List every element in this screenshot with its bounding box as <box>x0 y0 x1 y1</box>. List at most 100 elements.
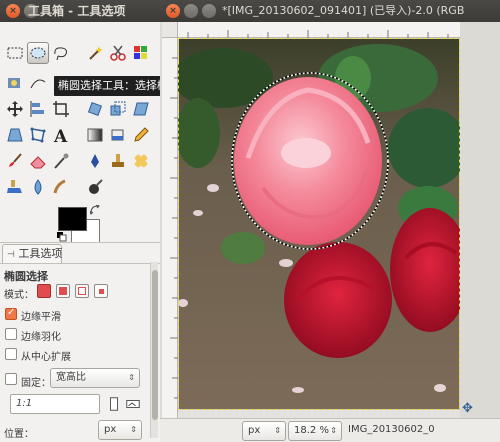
divider <box>0 242 160 243</box>
ratio-entry[interactable]: 1:1 <box>10 394 100 414</box>
airbrush-icon <box>54 153 69 169</box>
mode-replace-button[interactable] <box>37 284 51 298</box>
scale-icon <box>110 101 126 116</box>
perspective-clone-tool[interactable] <box>4 176 26 198</box>
tooltip-text: 椭圆选择工具：选择椭圆区域 <box>58 79 160 92</box>
foreground-select-tool[interactable] <box>4 72 26 94</box>
portrait-button[interactable] <box>106 394 122 414</box>
smudge-tool[interactable] <box>50 176 72 198</box>
expand-center-checkbox[interactable] <box>5 348 17 360</box>
crop-tool[interactable] <box>50 98 72 120</box>
tool-options-scrollbar[interactable] <box>150 262 158 438</box>
airbrush-tool[interactable] <box>50 150 72 172</box>
landscape-button[interactable] <box>125 394 141 414</box>
tool-options-title: 椭圆选择 <box>4 270 48 283</box>
minimize-icon[interactable] <box>184 4 198 18</box>
feather-label: 边缘羽化 <box>21 332 61 343</box>
move-tool[interactable] <box>4 98 26 120</box>
updown-icon: ⇕ <box>330 426 337 435</box>
paintbrush-icon <box>9 153 22 167</box>
perspective-icon <box>7 128 23 142</box>
paths-tool[interactable] <box>27 72 49 94</box>
tab-tool-options-label: 工具选项 <box>18 247 63 260</box>
feather-checkbox[interactable] <box>5 328 17 340</box>
status-bar: px ⇕ 18.2 % ⇕ IMG_20130602_0 <box>160 418 500 442</box>
bucket-icon <box>111 129 124 141</box>
navigate-icon[interactable]: ✥ <box>462 402 473 415</box>
toolbox-title: 工具箱 - 工具选项 <box>28 4 126 18</box>
text-tool[interactable]: A <box>50 124 72 146</box>
blend-tool[interactable] <box>84 124 106 146</box>
eraser-tool[interactable] <box>27 150 49 172</box>
divider <box>0 263 160 264</box>
close-icon[interactable]: × <box>6 4 20 18</box>
mode-label: 模式： <box>4 290 34 301</box>
mode-add-button[interactable] <box>56 284 70 298</box>
zoom-select[interactable]: 18.2 % ⇕ <box>288 421 342 441</box>
horizontal-scrollbar[interactable] <box>178 410 460 418</box>
gradient-icon <box>87 128 103 142</box>
toolbox-window: × 工具箱 - 工具选项 椭圆选择工具：选择椭圆区域E <box>0 0 160 442</box>
position-unit-value: px <box>104 424 117 435</box>
unit-value: px <box>248 425 261 436</box>
heal-tool[interactable] <box>130 150 152 172</box>
swap-colors-icon[interactable] <box>90 205 100 215</box>
cage-transform-tool[interactable] <box>27 124 49 146</box>
fixed-mode-select[interactable]: 宽高比 ⇕ <box>50 368 140 388</box>
eraser-icon <box>30 156 46 169</box>
perspective-tool[interactable] <box>4 124 26 146</box>
ink-icon <box>91 154 99 168</box>
color-select-icon <box>134 46 147 59</box>
paintbrush-tool[interactable] <box>4 150 26 172</box>
crop-icon <box>53 101 69 117</box>
image-canvas[interactable] <box>178 38 460 410</box>
perspective-clone-icon <box>7 180 22 193</box>
pink-rose <box>234 77 382 245</box>
tab-tool-options[interactable]: ⊣ 工具选项 <box>2 244 62 264</box>
dodge-burn-icon <box>89 179 103 194</box>
image-window: × *[IMG_20130602_091401] (已导入)-2.0 (RGB <box>160 0 500 442</box>
select-by-color-tool[interactable] <box>130 42 152 64</box>
dodge-burn-tool[interactable] <box>84 176 106 198</box>
fuzzy-select-tool[interactable] <box>84 42 106 64</box>
cage-icon <box>30 127 46 143</box>
text-icon: A <box>53 127 68 144</box>
mode-subtract-button[interactable] <box>75 284 89 298</box>
ink-tool[interactable] <box>84 150 106 172</box>
position-unit-select[interactable]: px ⇕ <box>98 420 142 440</box>
clone-tool[interactable] <box>107 150 129 172</box>
pencil-tool[interactable] <box>130 124 152 146</box>
fixed-mode-value: 宽高比 <box>56 372 86 383</box>
foreground-select-icon <box>8 78 20 88</box>
blur-tool[interactable] <box>27 176 49 198</box>
landscape-icon <box>126 400 140 408</box>
align-tool[interactable] <box>27 98 49 120</box>
foreground-color-swatch[interactable] <box>58 207 87 231</box>
scrollbar-thumb[interactable] <box>152 270 158 420</box>
lasso-icon <box>54 47 67 61</box>
photo <box>178 38 460 410</box>
svg-text:A: A <box>53 127 68 144</box>
mode-intersect-button[interactable] <box>94 284 108 298</box>
shear-tool[interactable] <box>130 98 152 120</box>
position-label: 位置： <box>4 429 34 440</box>
bucket-fill-tool[interactable] <box>107 124 129 146</box>
rotate-tool[interactable] <box>84 98 106 120</box>
shear-icon <box>133 102 149 116</box>
antialias-checkbox[interactable] <box>5 307 17 320</box>
maximize-icon[interactable] <box>202 4 216 18</box>
vertical-ruler[interactable] <box>162 38 178 418</box>
rect-select-tool[interactable] <box>4 42 26 64</box>
scale-tool[interactable] <box>107 98 129 120</box>
close-icon[interactable]: × <box>166 4 180 18</box>
fixed-checkbox[interactable] <box>5 373 17 385</box>
horizontal-ruler[interactable] <box>178 22 460 38</box>
tab-icon: ⊣ <box>7 250 15 260</box>
ruler-corner[interactable] <box>162 22 178 38</box>
scissors-select-tool[interactable] <box>107 42 129 64</box>
ellipse-select-tool[interactable] <box>27 42 49 64</box>
tool-tooltip: 椭圆选择工具：选择椭圆区域E <box>54 76 160 96</box>
default-colors-icon[interactable] <box>57 232 67 242</box>
unit-select[interactable]: px ⇕ <box>242 421 286 441</box>
free-select-tool[interactable] <box>50 42 72 64</box>
